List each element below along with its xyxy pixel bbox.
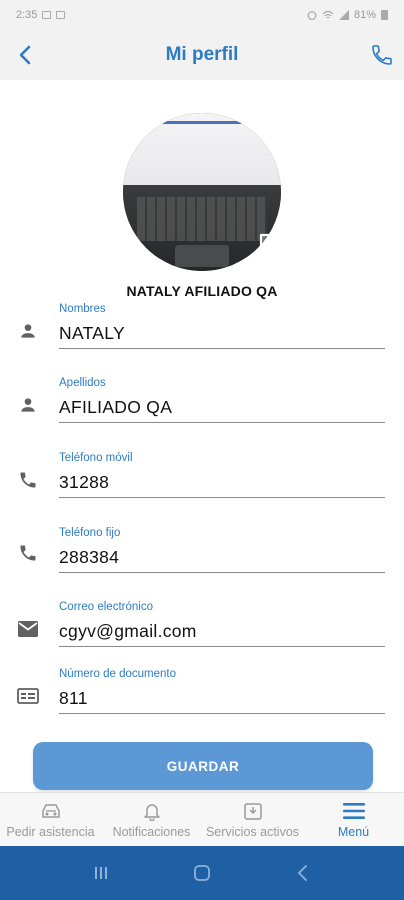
landline-phone-input[interactable]: 288384 xyxy=(59,547,385,573)
nav-notifications-label: Notificaciones xyxy=(112,825,191,839)
status-bar-right: 81% xyxy=(307,9,388,21)
camera-icon xyxy=(259,227,301,261)
save-button[interactable]: GUARDAR xyxy=(33,742,373,790)
home-button[interactable] xyxy=(187,858,217,888)
back-icon xyxy=(298,865,308,881)
first-name-field: Nombres NATALY xyxy=(0,303,404,363)
email-input[interactable]: cgyv@gmail.com xyxy=(59,621,385,647)
gallery-notification-icon xyxy=(42,11,52,19)
alarm-icon xyxy=(307,11,317,20)
nav-active-services-label: Servicios activos xyxy=(205,825,300,839)
app-header: Mi perfil xyxy=(0,30,404,80)
person-icon xyxy=(16,319,40,343)
mobile-phone-label: Teléfono móvil xyxy=(59,452,133,464)
recent-apps-icon xyxy=(94,867,107,879)
nav-active-services[interactable]: Servicios activos xyxy=(202,793,303,846)
car-icon xyxy=(39,800,63,822)
back-arrow-icon xyxy=(19,45,31,65)
mobile-phone-field: Teléfono móvil 31288 xyxy=(0,452,404,512)
back-button[interactable] xyxy=(12,42,38,68)
bottom-navigation: Pedir asistencia Notificaciones Servicio… xyxy=(0,792,404,846)
call-button[interactable] xyxy=(368,41,396,69)
nav-notifications[interactable]: Notificaciones xyxy=(101,793,202,846)
status-bar-left: 2:35 xyxy=(16,9,66,21)
id-card-icon xyxy=(16,684,40,708)
phone-icon xyxy=(16,541,40,565)
email-icon xyxy=(16,617,40,641)
profile-name: NATALY AFILIADO QA xyxy=(126,283,278,299)
signal-icon xyxy=(338,10,349,20)
document-number-label: Número de documento xyxy=(59,668,176,680)
battery-icon xyxy=(381,10,388,20)
battery-percent: 81% xyxy=(353,9,376,21)
status-bar: 2:35 81% xyxy=(0,0,404,30)
person-icon xyxy=(16,393,40,417)
home-icon xyxy=(194,865,210,881)
nav-menu-label: Menú xyxy=(337,825,370,839)
system-back-button[interactable] xyxy=(288,858,318,888)
nav-request-assistance[interactable]: Pedir asistencia xyxy=(0,793,101,846)
mobile-phone-input[interactable]: 31288 xyxy=(59,472,385,498)
system-navigation-bar xyxy=(0,846,404,900)
services-icon xyxy=(241,800,265,822)
phone-icon xyxy=(16,468,40,492)
first-name-label: Nombres xyxy=(59,303,106,315)
bell-icon xyxy=(140,800,164,822)
wifi-icon xyxy=(322,10,334,19)
email-label: Correo electrónico xyxy=(59,601,153,613)
last-name-field: Apellidos AFILIADO QA xyxy=(0,377,404,437)
status-time: 2:35 xyxy=(16,9,38,21)
last-name-input[interactable]: AFILIADO QA xyxy=(59,397,385,423)
email-field: Correo electrónico cgyv@gmail.com xyxy=(0,601,404,661)
first-name-input[interactable]: NATALY xyxy=(59,323,385,349)
nav-menu[interactable]: Menú xyxy=(303,793,404,846)
recent-apps-button[interactable] xyxy=(86,858,116,888)
page-title: Mi perfil xyxy=(165,44,239,65)
hamburger-menu-icon xyxy=(342,800,366,822)
app-notification-icon xyxy=(56,11,66,19)
phone-icon xyxy=(372,45,392,65)
landline-phone-label: Teléfono fijo xyxy=(59,527,121,539)
nav-request-assistance-label: Pedir asistencia xyxy=(6,825,95,839)
change-photo-button[interactable] xyxy=(258,226,302,262)
document-number-field: Número de documento 811 xyxy=(0,668,404,728)
last-name-label: Apellidos xyxy=(59,377,106,389)
landline-phone-field: Teléfono fijo 288384 xyxy=(0,527,404,587)
document-number-input[interactable]: 811 xyxy=(59,688,385,714)
